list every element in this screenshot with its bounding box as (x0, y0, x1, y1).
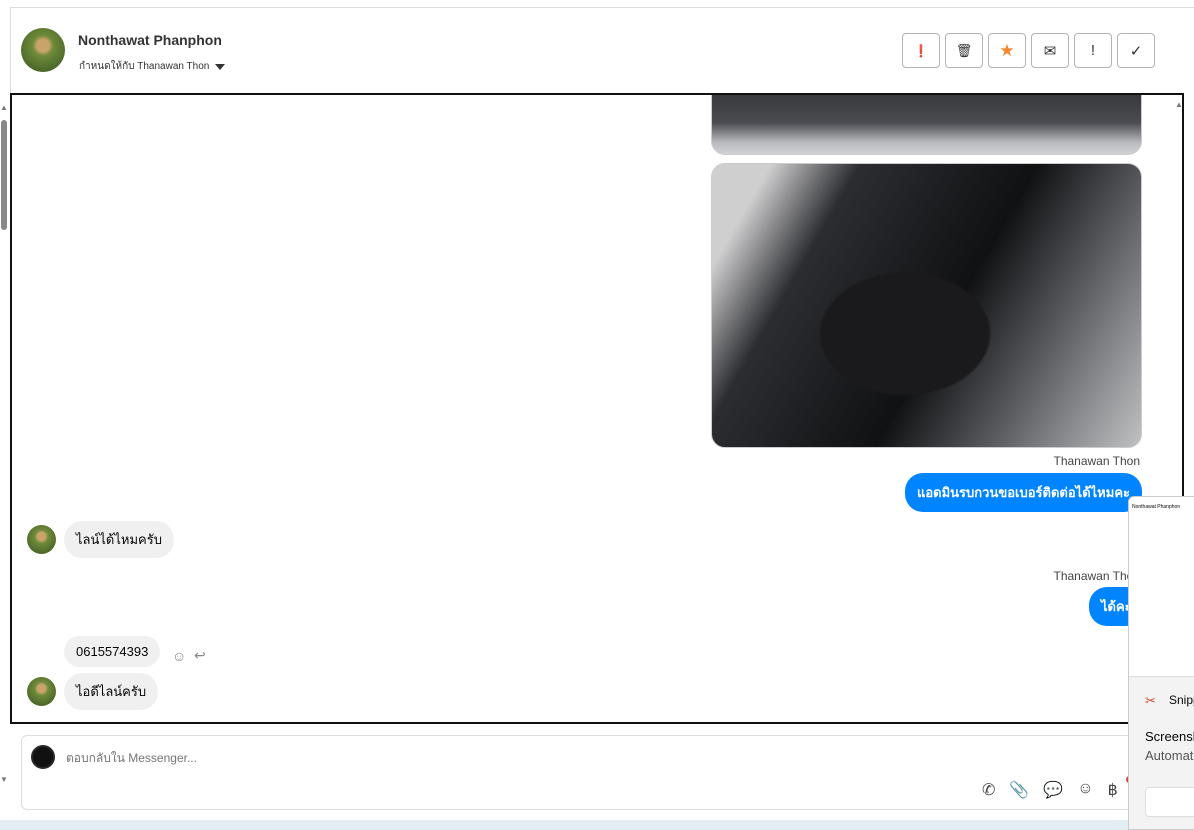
reply-icon[interactable]: ↩ (194, 647, 206, 664)
message-outgoing: แอดมินรบกวนขอเบอร์ติดต่อได้ไหมคะ (904, 473, 1142, 512)
follow-up-button[interactable]: ! (1074, 33, 1112, 68)
star-icon: ★ (999, 40, 1015, 60)
scissors-icon: ✂ (1145, 693, 1156, 708)
emoji-icon[interactable]: ☺ (1077, 780, 1093, 800)
trash-icon: 🗑 (955, 42, 973, 58)
notification-action-button[interactable] (1145, 787, 1194, 817)
assign-dropdown[interactable]: กำหนดให้กับ Thanawan Thon (79, 59, 226, 74)
message-incoming: 0615574393 (64, 636, 161, 667)
chat-bubble-icon[interactable]: 💬 (1043, 780, 1063, 800)
scroll-up-icon[interactable]: ▲ (1175, 100, 1182, 109)
toolbar: ❗ 🗑 ★ ✉ ! ✓ (902, 33, 1155, 68)
contact-avatar (21, 28, 65, 72)
top-divider (10, 7, 1194, 8)
notification-title: Screenshot copied (1145, 729, 1194, 744)
spam-button[interactable]: ❗ (902, 33, 940, 68)
image-attachment[interactable] (711, 95, 1142, 155)
message-thread: ▲ Thanawan Thon แอดมินรบกวนขอเบอร์ติดต่อ… (10, 93, 1184, 724)
notification-app: Snipping Tool (1169, 693, 1194, 707)
thumb-name: Nonthawat Phanphon (1132, 504, 1181, 510)
alert-circle-icon: ❗ (913, 43, 929, 58)
caret-down-icon (215, 63, 226, 70)
screenshot-thumbnail[interactable]: Nonthawat Phanphon (1129, 497, 1194, 677)
check-icon: ✓ (1129, 42, 1143, 60)
scroll-thumb[interactable] (1, 120, 7, 230)
message-incoming: ไอดีไลน์ครับ (64, 673, 159, 710)
notification-subtitle: Automatically saved (1145, 748, 1194, 763)
assigned-label: กำหนดให้กับ Thanawan Thon (79, 61, 210, 72)
contact-name: Nonthawat Phanphon (78, 32, 222, 48)
contact-avatar (27, 677, 56, 706)
mail-open-icon: ✉ (1043, 42, 1057, 60)
image-attachment[interactable] (711, 163, 1142, 448)
paperclip-icon[interactable]: 📎 (1009, 780, 1029, 800)
left-divider (10, 8, 11, 93)
reply-composer: ✆ 📎 💬 ☺ ฿ (21, 735, 1171, 810)
baht-icon[interactable]: ฿ (1108, 780, 1118, 800)
scroll-up-icon[interactable]: ▲ (0, 103, 8, 112)
reply-input[interactable] (66, 751, 966, 765)
sender-name: Thanawan Thon (1053, 454, 1140, 468)
done-button[interactable]: ✓ (1117, 33, 1155, 68)
snipping-notification[interactable]: Nonthawat Phanphon ✂ Snipping Tool Scree… (1128, 496, 1194, 830)
message-incoming: ไลน์ได้ไหมครับ (64, 521, 174, 558)
contact-avatar (27, 525, 56, 554)
phone-add-icon[interactable]: ✆ (982, 780, 995, 800)
exclamation-icon: ! (1090, 42, 1096, 59)
scroll-down-icon[interactable]: ▼ (0, 775, 8, 784)
left-scrollbar[interactable]: ▲ ▼ (0, 93, 8, 813)
mark-unread-button[interactable]: ✉ (1031, 33, 1069, 68)
react-emoji-icon[interactable]: ☺ (172, 648, 186, 664)
taskbar-strip (0, 820, 1194, 830)
page-avatar (31, 745, 55, 769)
delete-button[interactable]: 🗑 (945, 33, 983, 68)
star-button[interactable]: ★ (988, 33, 1026, 68)
